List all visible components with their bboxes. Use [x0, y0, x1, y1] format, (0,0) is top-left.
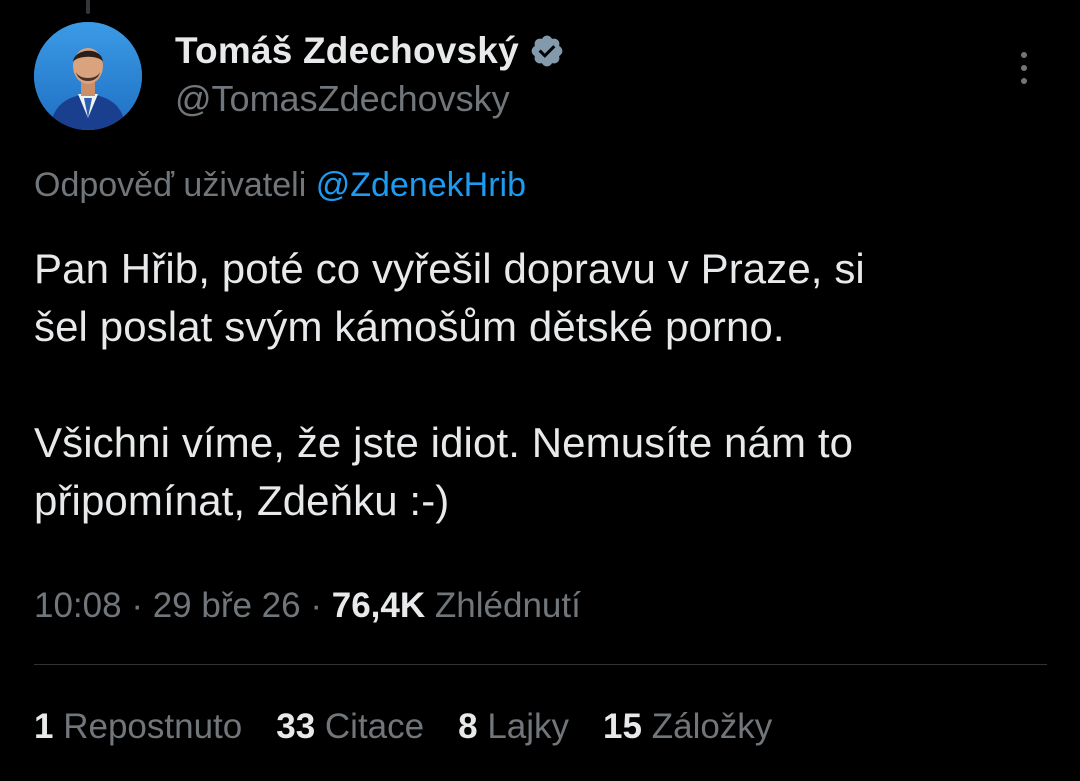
stat-count: 8	[458, 707, 478, 746]
bookmarks-stat[interactable]: 15 Záložky	[603, 707, 772, 747]
stat-label: Repostnuto	[63, 707, 243, 746]
meta-separator: ·	[131, 586, 143, 625]
avatar-image	[34, 22, 142, 130]
avatar[interactable]	[34, 22, 142, 130]
stat-label: Lajky	[487, 707, 570, 746]
more-dot	[1021, 65, 1027, 71]
tweet-time[interactable]: 10:08	[34, 586, 122, 625]
stat-count: 15	[603, 707, 642, 746]
verified-badge-icon	[529, 33, 565, 69]
reply-context: Odpověď uživateli @ZdenekHrib	[34, 166, 526, 205]
quotes-stat[interactable]: 33 Citace	[276, 707, 424, 747]
author-display-name[interactable]: Tomáš Zdechovský	[175, 30, 519, 72]
tweet-text-line: Pan Hřib, poté co vyřešil dopravu v Praz…	[34, 245, 865, 292]
author-handle[interactable]: @TomasZdechovsky	[175, 78, 510, 120]
views-label: Zhlédnutí	[434, 586, 581, 625]
tweet-text-line: Všichni víme, že jste idiot. Nemusíte ná…	[34, 419, 854, 466]
reply-mention-link[interactable]: @ZdenekHrib	[316, 166, 526, 204]
more-options-icon[interactable]	[1004, 46, 1044, 90]
engagement-stats: 1 Repostnuto 33 Citace 8 Lajky 15 Záložk…	[34, 707, 772, 747]
reply-prefix: Odpověď uživateli	[34, 166, 316, 204]
tweet-text: Pan Hřib, poté co vyřešil dopravu v Praz…	[34, 240, 1044, 530]
more-dot	[1021, 52, 1027, 58]
tweet-date[interactable]: 29 bře 26	[153, 586, 301, 625]
views-count: 76,4K	[331, 586, 426, 625]
meta-separator: ·	[310, 586, 323, 625]
author-name-row: Tomáš Zdechovský	[175, 28, 565, 74]
thread-connector-line	[86, 0, 90, 14]
tweet-text-line: šel poslat svým kámošům dětské porno.	[34, 303, 785, 350]
divider	[34, 664, 1047, 665]
likes-stat[interactable]: 8 Lajky	[458, 707, 569, 747]
tweet-text-line: připomínat, Zdeňku :-)	[34, 477, 450, 524]
reposts-stat[interactable]: 1 Repostnuto	[34, 707, 242, 747]
stat-label: Záložky	[651, 707, 773, 746]
more-dot	[1021, 78, 1027, 84]
stat-count: 33	[276, 707, 316, 746]
stat-count: 1	[34, 707, 54, 746]
tweet-meta: 10:08 · 29 bře 26 · 76,4K Zhlédnutí	[34, 586, 581, 626]
stat-label: Citace	[324, 707, 425, 746]
